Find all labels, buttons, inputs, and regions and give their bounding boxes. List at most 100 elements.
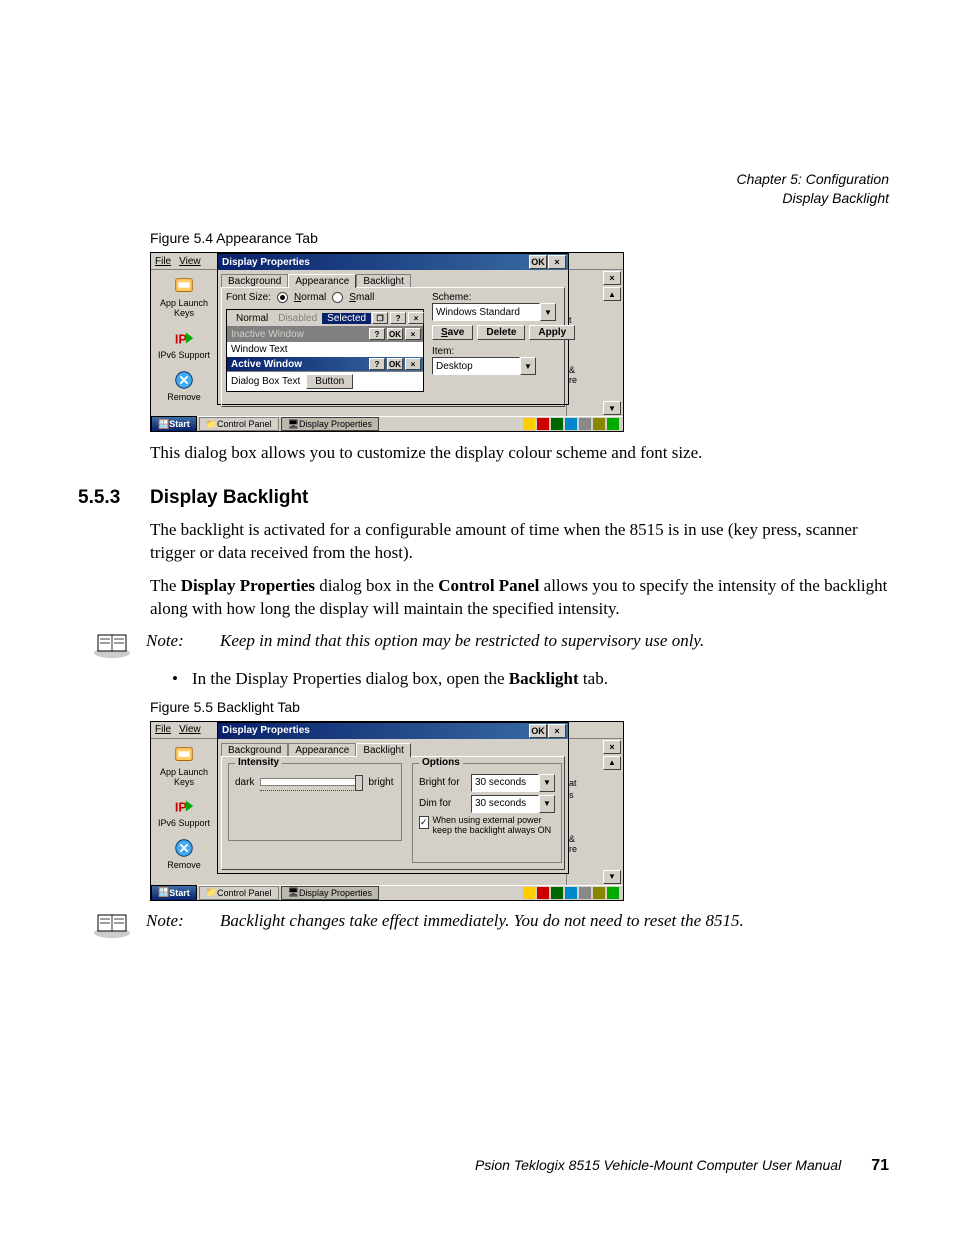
radio-small-label[interactable]: Small [349, 292, 374, 303]
menu-file[interactable]: File [155, 724, 171, 735]
preview-active-window: Active Window ? OK × [227, 357, 423, 371]
tray-icon[interactable] [523, 418, 535, 430]
chevron-down-icon[interactable]: ▼ [520, 357, 536, 375]
dialog-ok-button[interactable]: OK [529, 255, 547, 269]
preview-inactive-window: Inactive Window ? OK × [227, 327, 423, 341]
tray-icon[interactable] [607, 418, 619, 430]
remove-icon[interactable] [172, 369, 196, 391]
scheme-section: Scheme: Windows Standard ▼ Save Delete A… [432, 292, 575, 375]
tray-icon[interactable] [565, 887, 577, 899]
preview-ok-icon: OK [387, 358, 403, 370]
external-power-checkbox[interactable]: ✓ [419, 816, 429, 829]
ipv6-icon[interactable]: IP [172, 795, 196, 817]
tray-icon[interactable] [523, 887, 535, 899]
tab-appearance[interactable]: Appearance [288, 743, 356, 757]
tray-icon[interactable] [593, 887, 605, 899]
tray-icon[interactable] [565, 418, 577, 430]
chevron-down-icon[interactable]: ▼ [539, 774, 555, 792]
heading-number: 5.5.3 [78, 487, 134, 509]
dialog-close-button[interactable]: × [548, 724, 566, 738]
task-control-panel[interactable]: 📁 Control Panel [199, 417, 279, 431]
panel-close-button[interactable]: × [603, 740, 621, 754]
scroll-down-button[interactable]: ▼ [603, 870, 621, 884]
state-selected: Selected [322, 313, 371, 324]
tray-icon[interactable] [537, 887, 549, 899]
preview-state-bar: Normal Disabled Selected ❐ ? × [227, 310, 423, 327]
intensity-slider[interactable] [260, 778, 362, 786]
sidebar-label-2[interactable]: IPv6 Support [151, 351, 217, 361]
save-button[interactable]: Save [432, 325, 473, 340]
tray-icon[interactable] [537, 418, 549, 430]
bright-for-value: 30 seconds [471, 774, 539, 792]
tab-backlight[interactable]: Backlight [356, 274, 411, 288]
preview-window-text: Window Text [227, 341, 423, 357]
page-footer: Psion Teklogix 8515 Vehicle-Mount Comput… [150, 1157, 889, 1175]
radio-normal[interactable] [277, 292, 288, 303]
scroll-up-button[interactable]: ▲ [603, 756, 621, 770]
sidebar-label-3[interactable]: Remove [151, 861, 217, 871]
start-button[interactable]: 🪟Start [151, 885, 197, 901]
sidebar-label-1[interactable]: App Launch Keys [151, 299, 217, 319]
chevron-down-icon[interactable]: ▼ [540, 303, 556, 321]
chevron-down-icon[interactable]: ▼ [539, 795, 555, 813]
ipv6-icon[interactable]: IP [172, 327, 196, 349]
sidebar-label-2[interactable]: IPv6 Support [151, 819, 217, 829]
tray-icon[interactable] [579, 418, 591, 430]
delete-button[interactable]: Delete [477, 325, 525, 340]
radio-normal-label[interactable]: Normal [294, 292, 326, 303]
sidebar-label-3[interactable]: Remove [151, 393, 217, 403]
window-text-label: Window Text [231, 344, 288, 355]
preview-ok-icon: OK [387, 328, 403, 340]
app-launch-keys-icon[interactable] [172, 744, 196, 766]
preview-close-icon: × [405, 328, 421, 340]
tray-icon[interactable] [607, 887, 619, 899]
scheme-dropdown[interactable]: Windows Standard ▼ [432, 303, 575, 321]
item-dropdown[interactable]: Desktop ▼ [432, 357, 575, 375]
paragraph-3: The Display Properties dialog box in the… [150, 575, 889, 621]
app-launch-keys-icon[interactable] [172, 275, 196, 297]
external-power-label: When using external power keep the backl… [433, 816, 555, 836]
tray-icon[interactable] [551, 887, 563, 899]
stub-text: re [569, 375, 577, 385]
task-display-properties[interactable]: 🖥 Display Properties [281, 886, 379, 900]
running-header: Chapter 5: Configuration Display Backlig… [736, 170, 889, 208]
tray-icon[interactable] [593, 418, 605, 430]
scheme-value: Windows Standard [432, 303, 540, 321]
menu-view[interactable]: View [179, 724, 201, 735]
menu-file[interactable]: File [155, 256, 171, 267]
tab-appearance[interactable]: Appearance [288, 274, 356, 288]
tab-pane-appearance: Font Size: Normal Small Normal Disabled … [221, 287, 565, 407]
scroll-down-button[interactable]: ▼ [603, 401, 621, 415]
scroll-up-button[interactable]: ▲ [603, 287, 621, 301]
section-heading: 5.5.3 Display Backlight [150, 487, 889, 509]
paragraph-1: This dialog box allows you to customize … [150, 442, 889, 465]
taskbar: 🪟Start 📁 Control Panel 🖥 Display Propert… [151, 416, 623, 431]
task-display-properties[interactable]: 🖥 Display Properties [281, 417, 379, 431]
task-control-panel[interactable]: 📁 Control Panel [199, 886, 279, 900]
apply-button[interactable]: Apply [529, 325, 575, 340]
remove-icon[interactable] [172, 837, 196, 859]
tab-background[interactable]: Background [221, 274, 288, 288]
heading-title: Display Backlight [150, 487, 308, 509]
bright-for-dropdown[interactable]: 30 seconds ▼ [471, 774, 555, 792]
system-tray [519, 418, 623, 430]
note-label: Note: [146, 631, 206, 651]
font-size-label: Font Size: [226, 292, 271, 303]
start-button[interactable]: 🪟Start [151, 416, 197, 432]
dialog-ok-button[interactable]: OK [529, 724, 547, 738]
tabs: Background Appearance Backlight [218, 270, 568, 287]
sidebar-label-1[interactable]: App Launch Keys [151, 768, 217, 788]
tray-icon[interactable] [551, 418, 563, 430]
dialog-close-button[interactable]: × [548, 255, 566, 269]
tab-backlight[interactable]: Backlight [356, 743, 411, 757]
preview-help-icon: ? [369, 358, 385, 370]
tab-pane-backlight: Intensity dark bright Options [221, 756, 565, 870]
tab-background[interactable]: Background [221, 743, 288, 757]
panel-close-button[interactable]: × [603, 271, 621, 285]
radio-small[interactable] [332, 292, 343, 303]
bullet-1: • In the Display Properties dialog box, … [172, 669, 889, 689]
menu-view[interactable]: View [179, 256, 201, 267]
dim-for-dropdown[interactable]: 30 seconds ▼ [471, 795, 555, 813]
item-value: Desktop [432, 357, 520, 375]
tray-icon[interactable] [579, 887, 591, 899]
